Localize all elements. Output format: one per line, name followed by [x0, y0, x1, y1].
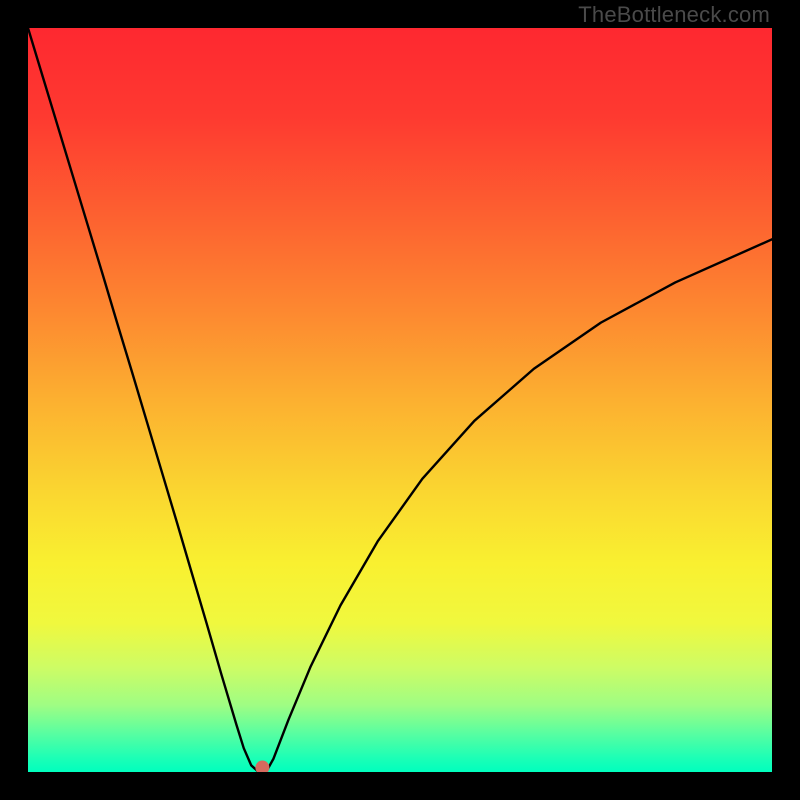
watermark-text: TheBottleneck.com — [578, 2, 770, 28]
bottleneck-chart — [28, 28, 772, 772]
chart-frame — [28, 28, 772, 772]
